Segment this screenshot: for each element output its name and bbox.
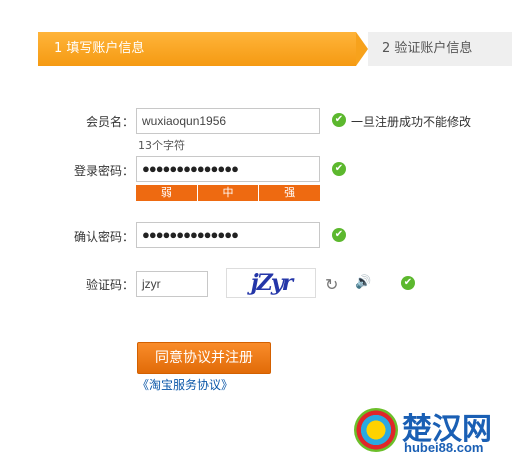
username-char-count: 13个字符: [138, 139, 185, 152]
refresh-icon[interactable]: ↻: [325, 275, 338, 294]
password-valid-icon: ✔: [332, 162, 346, 176]
confirm-password-label: 确认密码：: [73, 230, 134, 244]
username-input[interactable]: wuxiaoqun1956: [136, 108, 320, 134]
captcha-image: jZyr: [226, 268, 316, 298]
username-valid-icon: ✔: [332, 113, 346, 127]
password-input[interactable]: ●●●●●●●●●●●●●●: [136, 156, 320, 182]
audio-icon[interactable]: 🔊: [355, 275, 371, 290]
step-arrow: [356, 32, 368, 66]
strength-medium: 中: [197, 185, 260, 201]
captcha-input[interactable]: jzyr: [136, 271, 208, 297]
watermark: 楚汉网 hubei88.com: [352, 404, 512, 458]
step-1-active: 1 填写账户信息: [38, 32, 356, 66]
strength-weak: 弱: [136, 185, 198, 201]
captcha-label: 验证码：: [85, 278, 134, 292]
username-label: 会员名：: [85, 115, 134, 129]
step-2: 2 验证账户信息: [368, 32, 512, 66]
captcha-valid-icon: ✔: [401, 276, 415, 290]
password-strength-meter: 弱 中 强: [136, 185, 321, 201]
confirm-valid-icon: ✔: [332, 228, 346, 242]
strength-strong: 强: [259, 185, 321, 201]
username-hint: 一旦注册成功不能修改: [351, 115, 472, 129]
confirm-password-input[interactable]: ●●●●●●●●●●●●●●: [136, 222, 320, 248]
watermark-url: hubei88.com: [404, 440, 484, 455]
password-label: 登录密码：: [73, 164, 134, 178]
agree-register-button[interactable]: 同意协议并注册: [137, 342, 271, 374]
watermark-logo-icon: [354, 408, 398, 452]
agreement-link[interactable]: 《淘宝服务协议》: [137, 376, 233, 393]
registration-steps: 1 填写账户信息 2 验证账户信息: [38, 32, 512, 66]
